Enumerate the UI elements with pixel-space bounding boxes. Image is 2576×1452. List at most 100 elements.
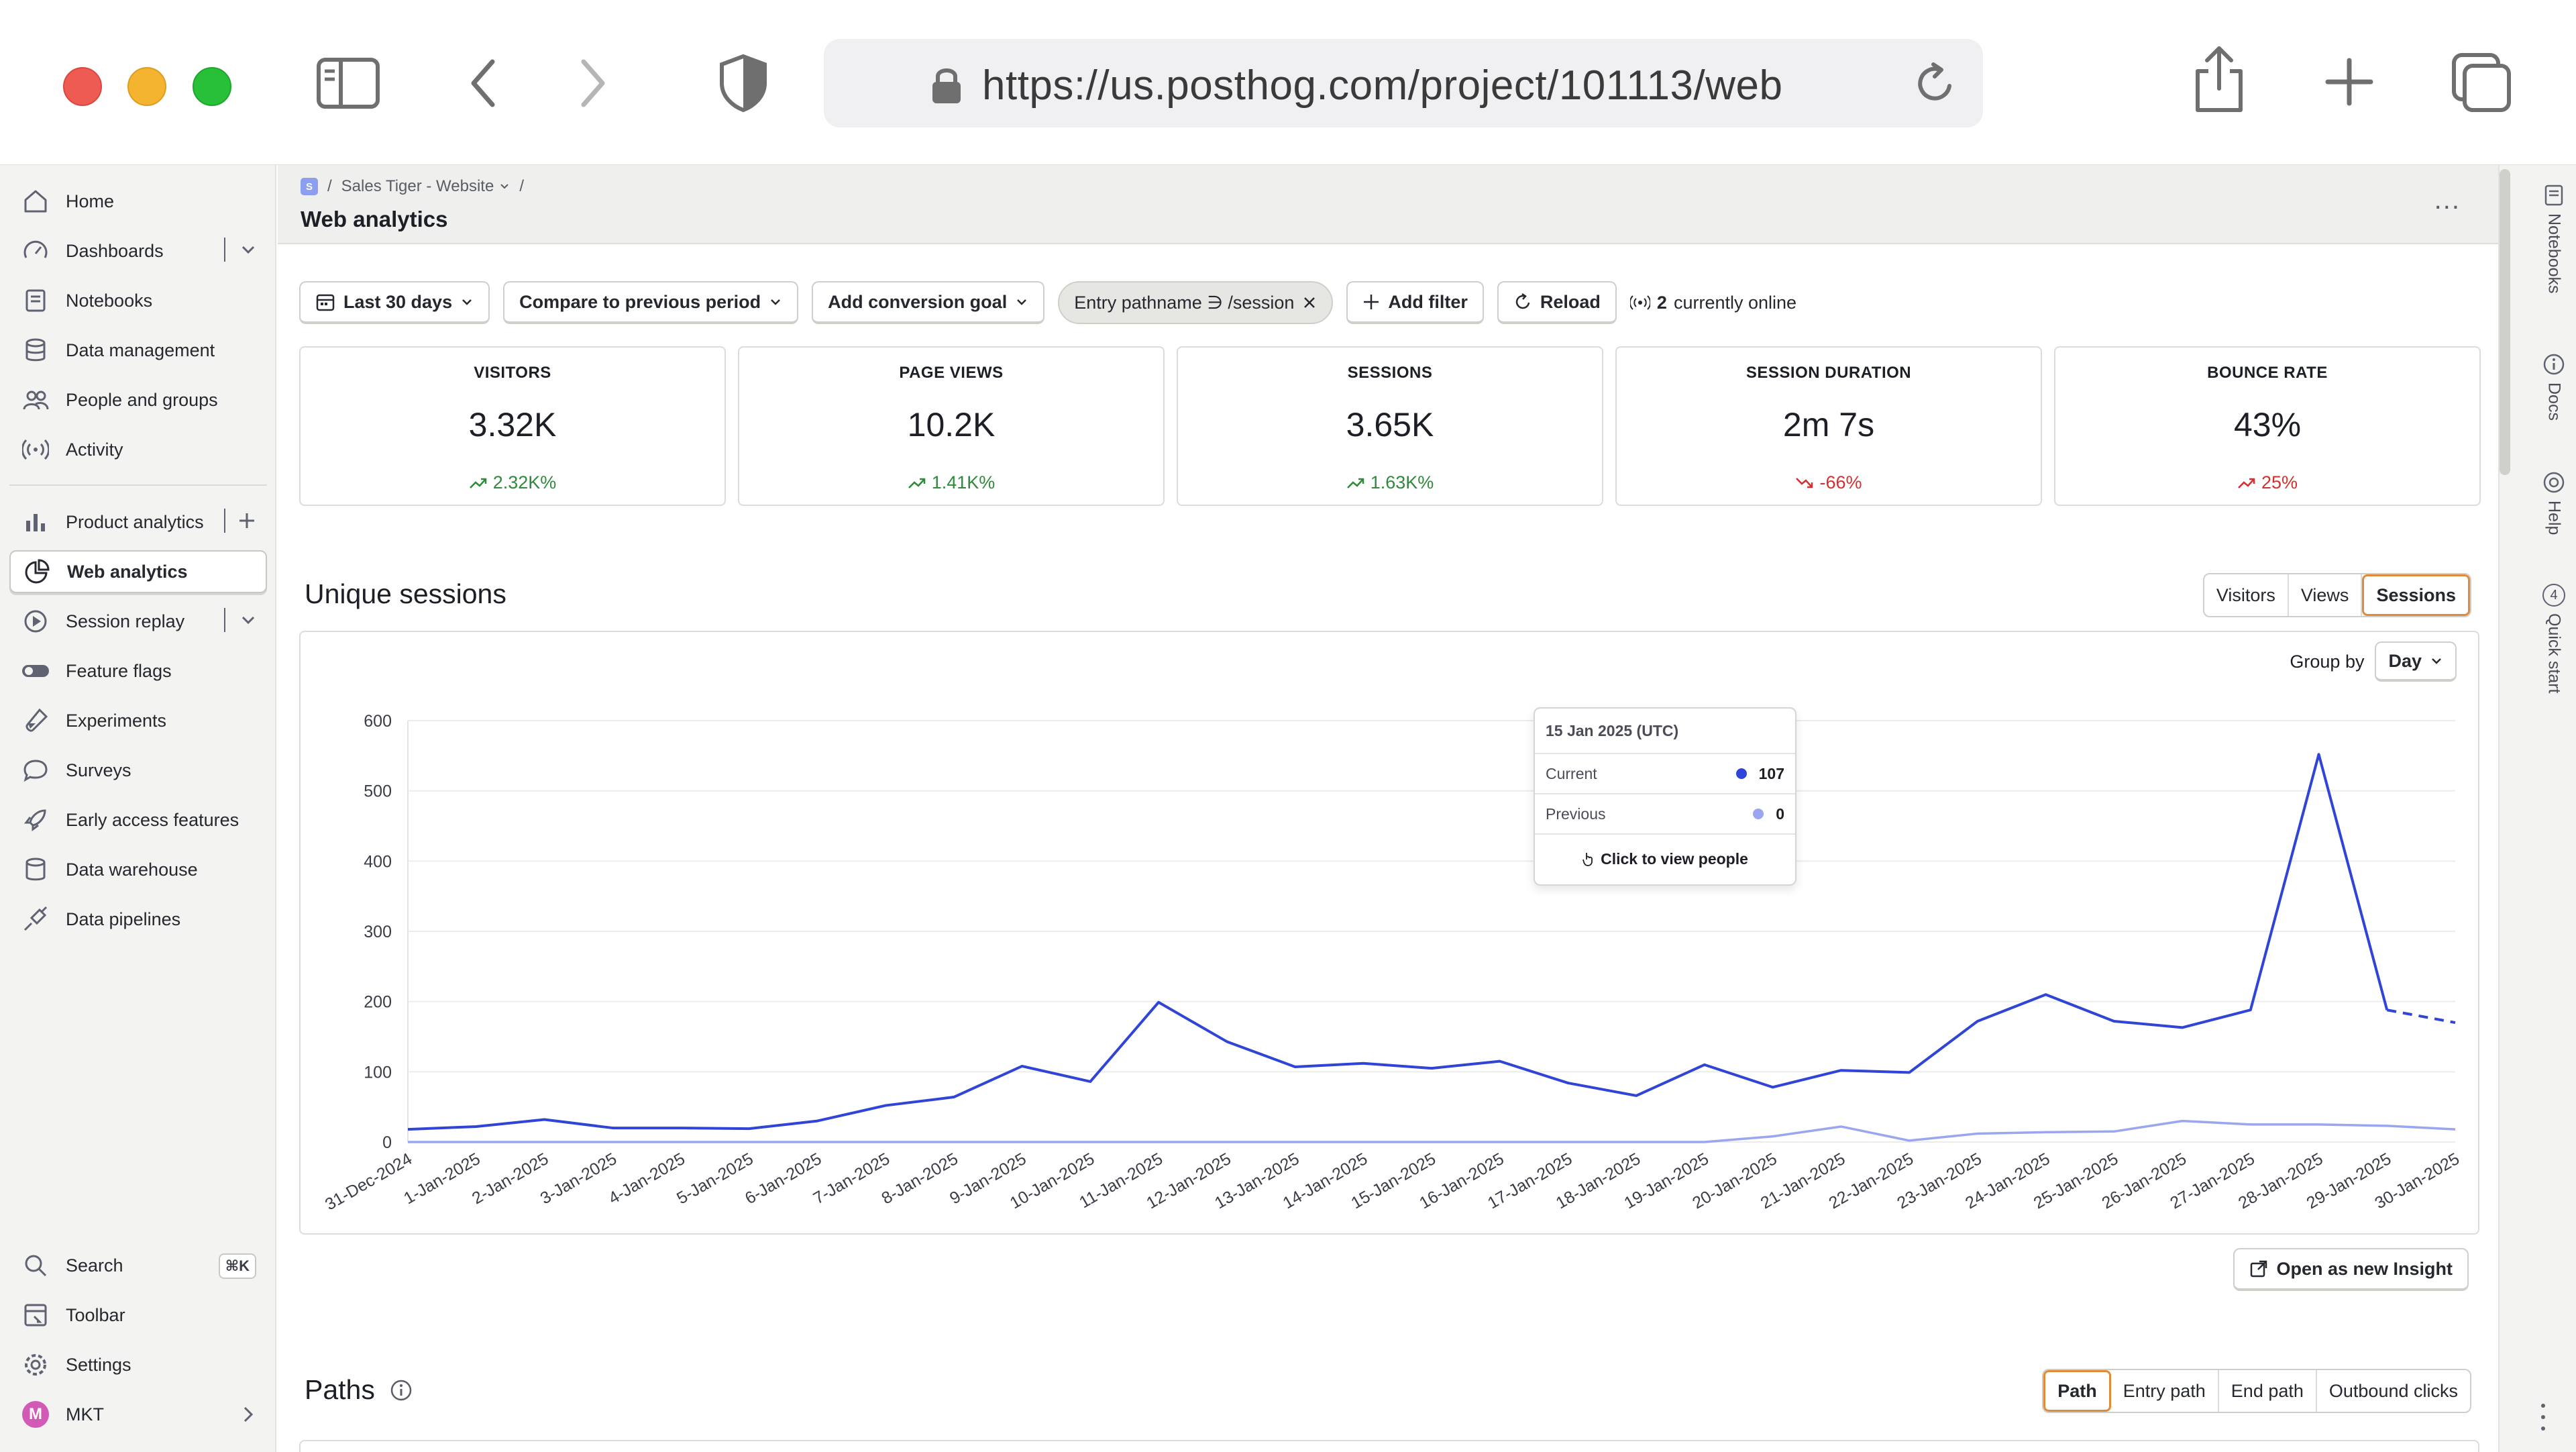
sidebar-item-surveys[interactable]: Surveys xyxy=(9,749,267,792)
metric-toggle: Visitors Views Sessions xyxy=(2202,573,2471,617)
sidebar-item-label: Notebooks xyxy=(66,290,153,311)
toggle-sessions[interactable]: Sessions xyxy=(2362,574,2470,616)
x-tick-label: 5-Jan-2025 xyxy=(674,1149,757,1208)
search-shortcut: ⌘K xyxy=(218,1253,256,1279)
window-minimize-button[interactable] xyxy=(127,67,166,106)
sidebar-item-dashboards[interactable]: Dashboards xyxy=(9,229,267,272)
y-tick-label: 400 xyxy=(364,852,392,871)
lifebuoy-icon xyxy=(2543,472,2565,493)
sidebar-item-label: Settings xyxy=(66,1354,131,1375)
sidebar-item-settings[interactable]: Settings xyxy=(9,1343,267,1386)
more-options-icon[interactable]: ... xyxy=(2434,185,2461,215)
tooltip-row-current: Current 107 xyxy=(1535,754,1795,794)
sidebar-divider xyxy=(9,484,267,486)
sidebar-item-activity[interactable]: Activity xyxy=(9,428,267,471)
sidebar-item-search[interactable]: Search ⌘K xyxy=(9,1244,267,1287)
trend-up-icon xyxy=(1346,478,1364,488)
sidebar-item-product-analytics[interactable]: Product analytics xyxy=(9,501,267,543)
sidebar-item-label: Experiments xyxy=(66,710,167,731)
new-tab-icon[interactable] xyxy=(2325,58,2373,106)
metric-card-visitors[interactable]: VISITORS 3.32K 2.32K% xyxy=(299,346,726,506)
rail-quick-start[interactable]: 4 Quick start xyxy=(2542,584,2565,693)
session-replay-expand[interactable] xyxy=(224,608,256,632)
rail-docs[interactable]: Docs xyxy=(2542,353,2565,421)
add-filter-button[interactable]: Add filter xyxy=(1346,281,1484,324)
gear-icon xyxy=(19,1348,52,1382)
previous-dot xyxy=(1753,809,1764,819)
metric-card-sessions[interactable]: SESSIONS 3.65K 1.63K% xyxy=(1177,346,1603,506)
pie-chart-icon xyxy=(20,555,54,588)
sidebar-item-toolbar[interactable]: Toolbar xyxy=(9,1294,267,1337)
sidebar-item-data-management[interactable]: Data management xyxy=(9,329,267,372)
reload-button[interactable]: Reload xyxy=(1497,281,1617,324)
sidebar-item-data-pipelines[interactable]: Data pipelines xyxy=(9,898,267,941)
chevron-right-icon[interactable] xyxy=(240,1405,256,1424)
sidebar-item-experiments[interactable]: Experiments xyxy=(9,699,267,742)
sidebar-item-people[interactable]: People and groups xyxy=(9,378,267,421)
window-maximize-button[interactable] xyxy=(193,67,231,106)
sidebar-item-home[interactable]: Home xyxy=(9,180,267,223)
tab-outbound-clicks[interactable]: Outbound clicks xyxy=(2317,1370,2470,1412)
browser-chrome: https://us.posthog.com/project/101113/we… xyxy=(0,0,2576,165)
breadcrumb-project[interactable]: Sales Tiger - Website xyxy=(341,177,511,196)
x-tick-label: 31-Dec-2024 xyxy=(322,1149,415,1214)
sidebar-item-label: Session replay xyxy=(66,611,185,631)
current-dot xyxy=(1735,768,1747,779)
plus-icon xyxy=(239,513,254,528)
tab-end-path[interactable]: End path xyxy=(2219,1370,2317,1412)
user-name: MKT xyxy=(66,1404,104,1424)
sidebar-item-notebooks[interactable]: Notebooks xyxy=(9,279,267,322)
metric-card-page-views[interactable]: PAGE VIEWS 10.2K 1.41K% xyxy=(738,346,1165,506)
rail-help[interactable]: Help xyxy=(2542,471,2565,535)
new-insight-button[interactable] xyxy=(224,509,256,533)
home-icon xyxy=(19,185,52,218)
compare-button[interactable]: Compare to previous period xyxy=(503,281,799,324)
address-bar[interactable]: https://us.posthog.com/project/101113/we… xyxy=(824,39,1983,127)
view-people-link[interactable]: Click to view people xyxy=(1535,835,1795,883)
tab-overview-icon[interactable] xyxy=(2451,52,2512,113)
series-line-current[interactable] xyxy=(407,753,2389,1131)
share-icon[interactable] xyxy=(2192,44,2246,114)
sidebar-item-web-analytics[interactable]: Web analytics xyxy=(9,550,267,593)
page-reload-icon[interactable] xyxy=(1913,62,1956,108)
shield-icon[interactable] xyxy=(718,54,769,113)
flask-icon xyxy=(19,704,52,737)
external-link-icon xyxy=(2251,1260,2267,1278)
window-close-button[interactable] xyxy=(63,67,102,106)
sidebar-toggle-icon[interactable] xyxy=(317,58,380,109)
tab-path[interactable]: Path xyxy=(2043,1370,2111,1412)
toggle-views[interactable]: Views xyxy=(2289,574,2363,616)
sidebar-item-label: Dashboards xyxy=(66,240,164,261)
breadcrumb-separator: / xyxy=(327,177,332,195)
rail-more-icon[interactable] xyxy=(2541,1404,2546,1431)
sidebar-item-data-warehouse[interactable]: Data warehouse xyxy=(9,848,267,891)
sidebar-item-label: Data management xyxy=(66,340,215,360)
sidebar-item-feature-flags[interactable]: Feature flags xyxy=(9,650,267,692)
entry-pathname-filter[interactable]: Entry pathname ∋ /session xyxy=(1058,281,1334,324)
forward-arrow-icon[interactable] xyxy=(576,58,609,109)
chevron-down-icon xyxy=(771,299,781,305)
sidebar-item-early-access[interactable]: Early access features xyxy=(9,798,267,841)
sidebar-item-label: Toolbar xyxy=(66,1304,125,1325)
metric-card-bounce-rate[interactable]: BOUNCE RATE 43% 25% xyxy=(2054,346,2481,506)
open-as-insight-button[interactable]: Open as new Insight xyxy=(2233,1248,2469,1291)
toggle-visitors[interactable]: Visitors xyxy=(2204,574,2289,616)
x-tick-label: 2-Jan-2025 xyxy=(469,1149,552,1208)
toolbar-icon xyxy=(19,1298,52,1332)
sidebar-item-session-replay[interactable]: Session replay xyxy=(9,600,267,643)
date-range-button[interactable]: Last 30 days xyxy=(299,281,490,324)
back-arrow-icon[interactable] xyxy=(467,58,500,109)
page-scrollbar[interactable] xyxy=(2500,169,2510,475)
dashboards-expand[interactable] xyxy=(224,238,256,262)
conversion-goal-button[interactable]: Add conversion goal xyxy=(812,281,1045,324)
rail-notebooks[interactable]: Notebooks xyxy=(2542,184,2565,294)
series-line-current-incomplete[interactable] xyxy=(2386,1008,2456,1025)
x-tick-label: 4-Jan-2025 xyxy=(605,1149,688,1208)
warehouse-icon xyxy=(19,853,52,886)
tab-entry-path[interactable]: Entry path xyxy=(2111,1370,2219,1412)
sessions-line-chart[interactable]: 0 100 200 300 400 500 600 31-Dec-20241-Jan-2025… xyxy=(301,632,2481,1236)
sidebar-item-user[interactable]: M MKT xyxy=(9,1393,267,1436)
info-icon[interactable] xyxy=(390,1379,413,1402)
metric-card-session-duration[interactable]: SESSION DURATION 2m 7s -66% xyxy=(1615,346,2042,506)
sidebar-item-label: Web analytics xyxy=(67,561,188,582)
